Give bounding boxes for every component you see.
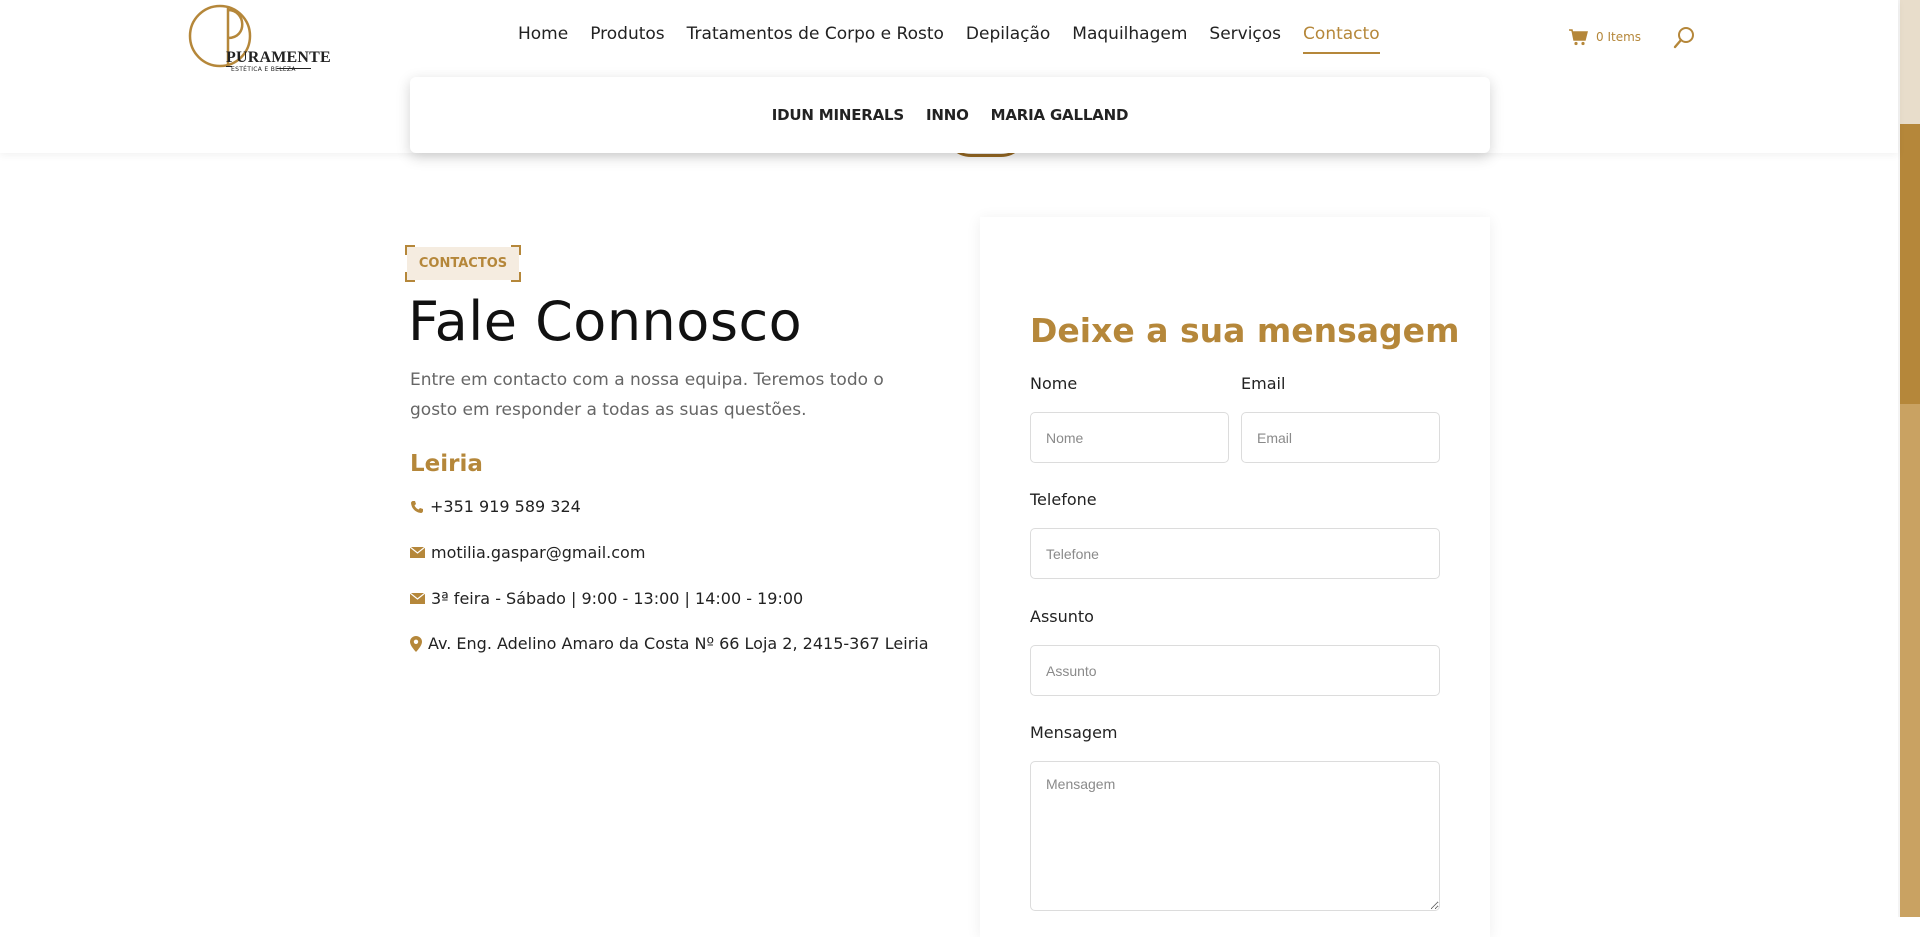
contact-hours: 3ª feira - Sábado | 9:00 - 13:00 | 14:00… (410, 589, 803, 608)
phone-text: +351 919 589 324 (430, 497, 581, 516)
city-heading: Leiria (410, 451, 483, 477)
location-pin-icon (410, 635, 422, 652)
name-label: Nome (1030, 374, 1078, 393)
scrollbar-track-bottom (1900, 404, 1920, 917)
submenu-item-maria-galland[interactable]: MARIA GALLAND (991, 106, 1129, 124)
search-button[interactable] (1672, 26, 1696, 54)
email-field[interactable] (1241, 412, 1440, 463)
nav-item-contacto[interactable]: Contacto (1303, 24, 1380, 54)
main-nav: Home Produtos Tratamentos de Corpo e Ros… (518, 24, 1402, 54)
logo-divider (277, 68, 311, 69)
intro-text: Entre em contacto com a nossa equipa. Te… (410, 370, 884, 420)
page-title: Fale Connosco (408, 290, 803, 353)
nav-item-produtos[interactable]: Produtos (590, 24, 664, 54)
submenu-item-idun-minerals[interactable]: IDUN MINERALS (772, 106, 904, 124)
nav-item-servicos[interactable]: Serviços (1209, 24, 1281, 54)
section-tag: CONTACTOS (405, 245, 521, 282)
email-label: Email (1241, 374, 1286, 393)
search-icon (1673, 27, 1694, 49)
contacto-dropdown-menu: IDUN MINERALS INNO MARIA GALLAND (410, 77, 1490, 153)
scrollbar-track-top (1900, 0, 1920, 124)
envelope-icon (410, 547, 425, 558)
email-text: motilia.gaspar@gmail.com (431, 543, 646, 562)
brand-name: PURAMENTE (226, 49, 331, 66)
nav-item-home[interactable]: Home (518, 24, 568, 54)
name-field[interactable] (1030, 412, 1229, 463)
nav-item-tratamentos[interactable]: Tratamentos de Corpo e Rosto (687, 24, 944, 54)
envelope-icon (410, 593, 425, 604)
phone-field[interactable] (1030, 528, 1440, 579)
phone-label: Telefone (1030, 490, 1097, 509)
subject-field[interactable] (1030, 645, 1440, 696)
subject-label: Assunto (1030, 607, 1094, 626)
section-tag-label: CONTACTOS (418, 256, 508, 271)
address-text: Av. Eng. Adelino Amaro da Costa Nº 66 Lo… (428, 634, 929, 653)
submenu-item-inno[interactable]: INNO (926, 106, 969, 124)
contact-phone[interactable]: +351 919 589 324 (410, 497, 581, 516)
message-label: Mensagem (1030, 723, 1118, 742)
cart-icon (1569, 29, 1588, 46)
cart-button[interactable]: 0 Items (1568, 28, 1641, 46)
phone-icon (411, 500, 423, 513)
scrollbar-thumb[interactable] (1900, 124, 1920, 404)
message-field[interactable] (1030, 761, 1440, 911)
contact-email[interactable]: motilia.gaspar@gmail.com (410, 543, 645, 562)
form-title: Deixe a sua mensagem (1030, 311, 1460, 350)
contact-address: Av. Eng. Adelino Amaro da Costa Nº 66 Lo… (410, 634, 929, 653)
brand-logo[interactable]: PURAMENTE ESTÉTICA E BELEZA (188, 0, 331, 76)
nav-item-maquilhagem[interactable]: Maquilhagem (1072, 24, 1187, 54)
cart-count: 0 Items (1596, 30, 1642, 44)
hours-text: 3ª feira - Sábado | 9:00 - 13:00 | 14:00… (431, 589, 804, 608)
nav-item-depilacao[interactable]: Depilação (966, 24, 1050, 54)
